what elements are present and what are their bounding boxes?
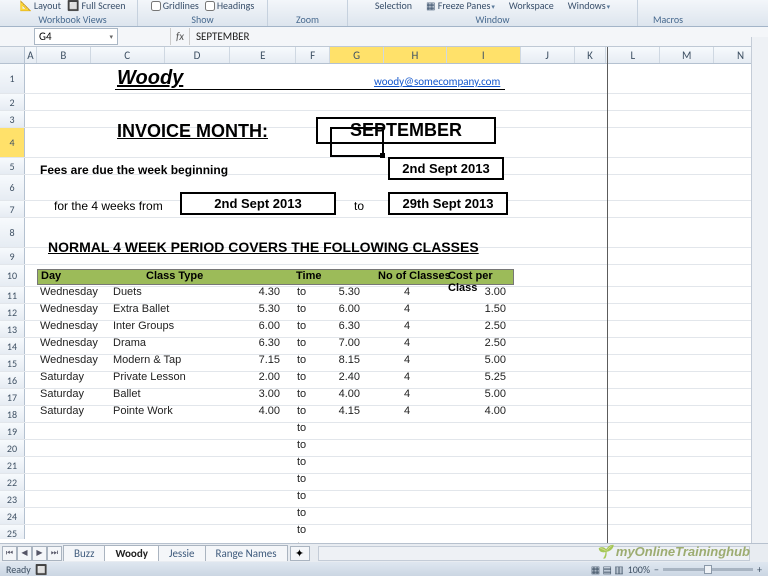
tab-nav-prev[interactable]: ◀ [17, 546, 32, 561]
row-header-3[interactable]: 3 [0, 111, 25, 127]
name-box-dropdown-icon[interactable]: ▾ [109, 32, 113, 41]
email-link[interactable]: woody@somecompany.com [374, 75, 500, 88]
status-text: Ready [6, 563, 31, 576]
sheet-tab-range-names[interactable]: Range Names [205, 545, 288, 561]
select-all-corner[interactable] [0, 47, 25, 63]
col-header-C[interactable]: C [91, 47, 165, 63]
col-header-H[interactable]: H [384, 47, 447, 63]
selection-button[interactable]: Selection [375, 0, 412, 12]
row-header-4[interactable]: 4 [0, 128, 25, 157]
fullscreen-button[interactable]: 🔲 Full Screen [67, 0, 126, 12]
row-header-10[interactable]: 10 [0, 265, 25, 286]
windows-button[interactable]: Windows▾ [568, 0, 610, 12]
sheet-tab-buzz[interactable]: Buzz [63, 545, 105, 561]
row-header-17[interactable]: 17 [0, 389, 25, 405]
row-header-23[interactable]: 23 [0, 491, 25, 507]
row-header-12[interactable]: 12 [0, 304, 25, 320]
col-header-J[interactable]: J [521, 47, 575, 63]
col-header-F[interactable]: F [296, 47, 330, 63]
spreadsheet-grid[interactable]: ABCDEFGHIJKLMN 1234567891011121314151617… [0, 47, 768, 543]
col-header-G[interactable]: G [330, 47, 384, 63]
zoom-in-button[interactable]: + [757, 563, 762, 576]
row-header-15[interactable]: 15 [0, 355, 25, 371]
formula-bar: G4▾ fx SEPTEMBER [0, 27, 768, 47]
col-header-A[interactable]: A [25, 47, 37, 63]
freeze-panes-button[interactable]: ▦ Freeze Panes▾ [426, 0, 495, 12]
col-header-M[interactable]: M [660, 47, 714, 63]
sheet-tab-woody[interactable]: Woody [104, 545, 158, 561]
tab-nav-next[interactable]: ▶ [32, 546, 47, 561]
row-header-6[interactable]: 6 [0, 175, 25, 200]
watermark: 🌱 myOnlineTraininghub [596, 544, 750, 560]
group-label-macros: Macros [653, 13, 683, 26]
col-header-L[interactable]: L [606, 47, 660, 63]
workspace-button[interactable]: Workspace [509, 0, 554, 12]
zoom-slider[interactable] [663, 568, 753, 571]
group-label-window: Window [475, 13, 509, 26]
row-header-16[interactable]: 16 [0, 372, 25, 388]
ribbon: 📐 Layout 🔲 Full Screen Workbook Views Gr… [0, 0, 768, 27]
zoom-level: 100% [628, 563, 650, 576]
row-header-20[interactable]: 20 [0, 440, 25, 456]
row-header-7[interactable]: 7 [0, 201, 25, 217]
group-label-show: Show [191, 13, 213, 26]
col-header-E[interactable]: E [230, 47, 296, 63]
name-box[interactable]: G4▾ [34, 28, 118, 45]
tab-nav-last[interactable]: ⏭ [47, 546, 62, 561]
row-header-22[interactable]: 22 [0, 474, 25, 490]
row-header-24[interactable]: 24 [0, 508, 25, 524]
group-label-zoom: Zoom [296, 13, 319, 26]
gridlines-checkbox[interactable]: Gridlines [151, 0, 199, 12]
group-label-views: Workbook Views [38, 13, 106, 26]
layout-button[interactable]: 📐 Layout [19, 0, 61, 12]
headings-checkbox[interactable]: Headings [205, 0, 254, 12]
row-header-18[interactable]: 18 [0, 406, 25, 422]
zoom-out-button[interactable]: − [654, 563, 659, 576]
col-header-K[interactable]: K [575, 47, 607, 63]
vertical-scrollbar[interactable] [751, 37, 768, 543]
fx-button[interactable]: fx [170, 28, 190, 45]
col-header-D[interactable]: D [165, 47, 231, 63]
new-sheet-button[interactable]: ✦ [290, 546, 310, 561]
row-header-2[interactable]: 2 [0, 94, 25, 110]
row-header-13[interactable]: 13 [0, 321, 25, 337]
col-header-I[interactable]: I [447, 47, 521, 63]
col-header-B[interactable]: B [37, 47, 91, 63]
row-header-21[interactable]: 21 [0, 457, 25, 473]
sheet-tab-jessie[interactable]: Jessie [158, 545, 206, 561]
row-header-8[interactable]: 8 [0, 218, 25, 247]
row-header-19[interactable]: 19 [0, 423, 25, 439]
status-bar: Ready 🔲 ▦ ▤ ▥ 100% − + [0, 562, 768, 576]
row-header-5[interactable]: 5 [0, 158, 25, 174]
row-header-14[interactable]: 14 [0, 338, 25, 354]
formula-input[interactable]: SEPTEMBER [190, 30, 768, 43]
row-header-25[interactable]: 25 [0, 525, 25, 539]
tab-nav-first[interactable]: ⏮ [2, 546, 17, 561]
row-header-11[interactable]: 11 [0, 287, 25, 303]
row-header-1[interactable]: 1 [0, 64, 25, 93]
row-header-9[interactable]: 9 [0, 248, 25, 264]
